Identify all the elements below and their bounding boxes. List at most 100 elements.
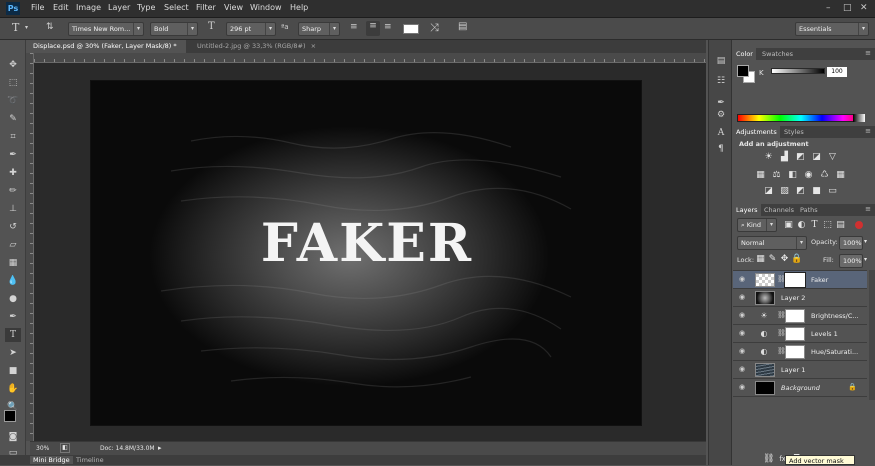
black-white-adjustment-icon[interactable]: ◧ xyxy=(787,170,798,181)
menu-help[interactable]: Help xyxy=(290,3,308,12)
filter-pixel-icon[interactable]: ▣ xyxy=(783,220,794,231)
gradient-tool-icon[interactable]: ▦ xyxy=(5,256,21,270)
hand-tool-icon[interactable]: ✋ xyxy=(5,382,21,396)
font-family-select[interactable]: Times New Rom... ▾ xyxy=(68,22,144,36)
layer-row-hue-saturation[interactable]: ◉ ◐ ⛓ Hue/Saturati... xyxy=(733,343,867,361)
healing-brush-tool-icon[interactable]: ✚ xyxy=(5,166,21,180)
layer-name[interactable]: Hue/Saturati... xyxy=(811,348,858,356)
blur-tool-icon[interactable]: 💧 xyxy=(5,274,21,288)
status-menu-arrow-icon[interactable]: ▸ xyxy=(158,444,162,452)
clone-source-icon[interactable]: ⚙ xyxy=(714,110,728,124)
channel-mixer-adjustment-icon[interactable]: ♺ xyxy=(819,170,830,181)
exposure-adjustment-icon[interactable]: ◪ xyxy=(811,152,822,163)
color-lookup-adjustment-icon[interactable]: ▦ xyxy=(835,170,846,181)
link-layers-icon[interactable]: ⛓ xyxy=(763,454,774,465)
menu-file[interactable]: File xyxy=(31,3,44,12)
menu-image[interactable]: Image xyxy=(76,3,101,12)
selective-color-adjustment-icon[interactable]: ■ xyxy=(811,186,822,197)
layer-name[interactable]: Levels 1 xyxy=(811,330,838,338)
rectangle-tool-icon[interactable]: ■ xyxy=(5,364,21,378)
filter-shape-icon[interactable]: ⬚ xyxy=(822,220,833,231)
tab-color[interactable]: Color xyxy=(733,48,756,60)
menu-edit[interactable]: Edit xyxy=(53,3,69,12)
close-window-button[interactable]: ✕ xyxy=(860,3,868,13)
move-tool-icon[interactable]: ✥ xyxy=(5,58,21,72)
eye-icon[interactable]: ◉ xyxy=(737,347,747,355)
panel-menu-icon[interactable]: ≡ xyxy=(865,205,871,213)
color-balance-adjustment-icon[interactable]: ⚖ xyxy=(771,170,782,181)
curves-adjustment-icon[interactable]: ◩ xyxy=(795,152,806,163)
hue-adjustment-icon[interactable]: ▦ xyxy=(755,170,766,181)
lock-all-icon[interactable]: 🔒 xyxy=(791,254,802,265)
properties-panel-icon[interactable]: ☷ xyxy=(714,76,728,90)
text-orientation-icon[interactable]: ⇅ xyxy=(46,22,54,32)
path-selection-tool-icon[interactable]: ➤ xyxy=(5,346,21,360)
tab-swatches[interactable]: Swatches xyxy=(759,48,796,60)
panel-menu-icon[interactable]: ≡ xyxy=(865,127,871,135)
dodge-tool-icon[interactable]: ● xyxy=(5,292,21,306)
menu-filter[interactable]: Filter xyxy=(196,3,216,12)
tab-untitled-2[interactable]: Untitled-2.jpg @ 33,3% (RGB/8#) × xyxy=(194,40,354,53)
paragraph-panel-icon[interactable]: ¶ xyxy=(714,144,728,158)
layer-mask-thumbnail[interactable] xyxy=(785,309,805,323)
filter-adjustment-icon[interactable]: ◐ xyxy=(796,220,807,231)
quick-mask-icon[interactable]: ◙ xyxy=(5,430,21,444)
antialias-select[interactable]: Sharp ▾ xyxy=(298,22,340,36)
close-tab-icon[interactable]: × xyxy=(311,42,316,50)
tab-displace[interactable]: Displace.psd @ 30% (Faker, Layer Mask/8)… xyxy=(30,40,186,63)
eye-icon[interactable]: ◉ xyxy=(737,293,747,301)
filter-type-icon[interactable]: T xyxy=(809,220,820,231)
posterize-adjustment-icon[interactable]: ▨ xyxy=(779,186,790,197)
font-style-select[interactable]: Bold ▾ xyxy=(150,22,198,36)
history-brush-tool-icon[interactable]: ↺ xyxy=(5,220,21,234)
brightness-adjustment-icon[interactable]: ☀ xyxy=(763,152,774,163)
menu-select[interactable]: Select xyxy=(164,3,189,12)
chevron-down-icon[interactable]: ▾ xyxy=(25,24,28,31)
maximize-button[interactable]: □ xyxy=(843,3,852,13)
lock-transparent-icon[interactable]: ▦ xyxy=(755,254,766,265)
eyedropper-tool-icon[interactable]: ✒ xyxy=(5,148,21,162)
warp-text-icon[interactable]: ⤨ xyxy=(430,21,439,35)
zoom-level[interactable]: 30% xyxy=(36,445,49,452)
pen-tool-icon[interactable]: ✒ xyxy=(5,310,21,324)
threshold-adjustment-icon[interactable]: ◩ xyxy=(795,186,806,197)
quick-select-tool-icon[interactable]: ✎ xyxy=(5,112,21,126)
align-left-icon[interactable]: ≡ xyxy=(350,22,358,32)
color-spectrum-bar[interactable] xyxy=(737,114,865,122)
invert-adjustment-icon[interactable]: ◪ xyxy=(763,186,774,197)
layer-mask-thumbnail[interactable] xyxy=(785,327,805,341)
chevron-down-icon[interactable]: ▾ xyxy=(864,238,867,245)
menu-layer[interactable]: Layer xyxy=(108,3,130,12)
tab-timeline[interactable]: Timeline xyxy=(76,456,104,464)
layer-row-faker[interactable]: ◉ ⛓ Faker xyxy=(733,271,867,289)
type-tool-preset-icon[interactable]: T xyxy=(12,21,19,34)
tab-layers[interactable]: Layers xyxy=(733,204,761,216)
chevron-down-icon[interactable]: ▾ xyxy=(864,256,867,263)
layer-row-background[interactable]: ◉ Background 🔒 xyxy=(733,379,867,397)
eye-icon[interactable]: ◉ xyxy=(737,365,747,373)
layer-row-levels[interactable]: ◉ ◐ ⛓ Levels 1 xyxy=(733,325,867,343)
eye-icon[interactable]: ◉ xyxy=(737,311,747,319)
tab-channels[interactable]: Channels xyxy=(761,204,797,216)
vibrance-adjustment-icon[interactable]: ▽ xyxy=(827,152,838,163)
status-share-icon[interactable]: ◧ xyxy=(60,443,70,453)
layer-name[interactable]: Brightness/C... xyxy=(811,312,859,320)
eye-icon[interactable]: ◉ xyxy=(737,275,747,283)
layer-mask-thumbnail[interactable] xyxy=(784,272,806,288)
layer-filter-kind-select[interactable]: ⌕ Kind ▾ xyxy=(737,218,777,232)
font-size-field[interactable]: 296 pt ▾ xyxy=(226,22,276,36)
brush-tool-icon[interactable]: ✏ xyxy=(5,184,21,198)
eraser-tool-icon[interactable]: ▱ xyxy=(5,238,21,252)
layer-name[interactable]: Layer 1 xyxy=(781,366,805,374)
eye-icon[interactable]: ◉ xyxy=(737,383,747,391)
layer-row-brightness[interactable]: ◉ ☀ ⛓ Brightness/C... xyxy=(733,307,867,325)
gradient-map-adjustment-icon[interactable]: ▭ xyxy=(827,186,838,197)
photoshop-logo[interactable]: Ps xyxy=(6,2,20,15)
layers-scrollbar[interactable] xyxy=(869,270,875,400)
lock-position-icon[interactable]: ✥ xyxy=(779,254,790,265)
layer-row-layer-1[interactable]: ◉ Layer 1 xyxy=(733,361,867,379)
blend-mode-select[interactable]: Normal ▾ xyxy=(737,236,807,250)
layer-row-layer-2[interactable]: ◉ Layer 2 xyxy=(733,289,867,307)
crop-tool-icon[interactable]: ⌗ xyxy=(5,130,21,144)
eye-icon[interactable]: ◉ xyxy=(737,329,747,337)
